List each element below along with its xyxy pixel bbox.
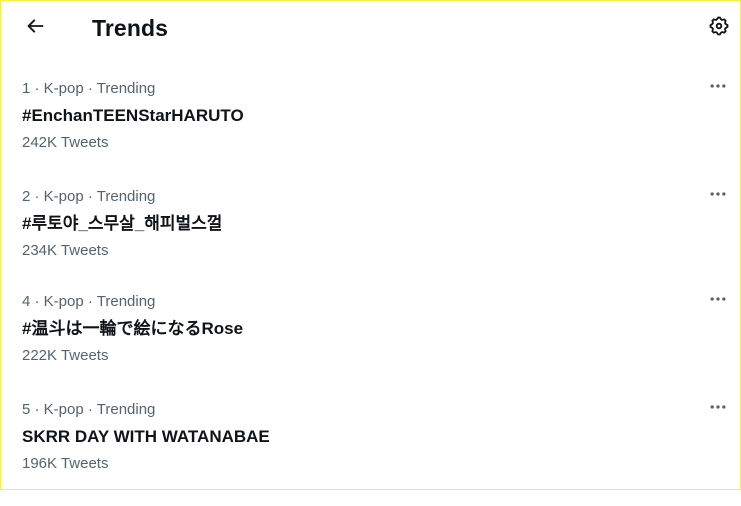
trend-tweet-count: 196K Tweets [22, 455, 109, 472]
trend-tweet-count: 234K Tweets [22, 242, 109, 259]
trend-context: 4 · K-pop · Trending [22, 293, 156, 310]
more-button[interactable] [701, 392, 735, 426]
arrow-left-icon [24, 15, 46, 42]
trend-context: 2 · K-pop · Trending [22, 188, 156, 205]
trend-item[interactable]: 1 · K-pop · Trending #EnchanTEENStarHARU… [1, 79, 741, 185]
more-button[interactable] [701, 179, 735, 213]
more-horizontal-icon [708, 76, 728, 101]
trend-item[interactable]: 2 · K-pop · Trending #루토야_스무살_해피벌스껄 234K… [1, 187, 741, 293]
more-horizontal-icon [708, 397, 728, 422]
settings-button[interactable] [701, 10, 737, 46]
gear-icon [708, 15, 730, 42]
trend-name: #温斗は一輪で絵になるRose [22, 319, 244, 338]
more-horizontal-icon [708, 184, 728, 209]
trend-name: #EnchanTEENStarHARUTO [22, 106, 244, 125]
trend-context: 5 · K-pop · Trending [22, 401, 156, 418]
back-button[interactable] [17, 10, 53, 46]
trend-name: SKRR DAY WITH WATANABAE [22, 427, 270, 446]
more-button[interactable] [701, 71, 735, 105]
header: Trends [1, 1, 741, 57]
trend-tweet-count: 242K Tweets [22, 134, 109, 151]
trend-tweet-count: 222K Tweets [22, 347, 109, 364]
more-button[interactable] [701, 284, 735, 318]
trends-panel: Trends 1 · K-pop · Trending #EnchanTEENS… [0, 0, 741, 490]
trend-item[interactable]: 5 · K-pop · Trending SKRR DAY WITH WATAN… [1, 400, 741, 506]
trend-name: #루토야_스무살_해피벌스껄 [22, 214, 223, 233]
page-title: Trends [92, 15, 169, 41]
trend-context: 1 · K-pop · Trending [22, 80, 156, 97]
more-horizontal-icon [708, 289, 728, 314]
trend-item[interactable]: 4 · K-pop · Trending #温斗は一輪で絵になるRose 222… [1, 292, 741, 398]
